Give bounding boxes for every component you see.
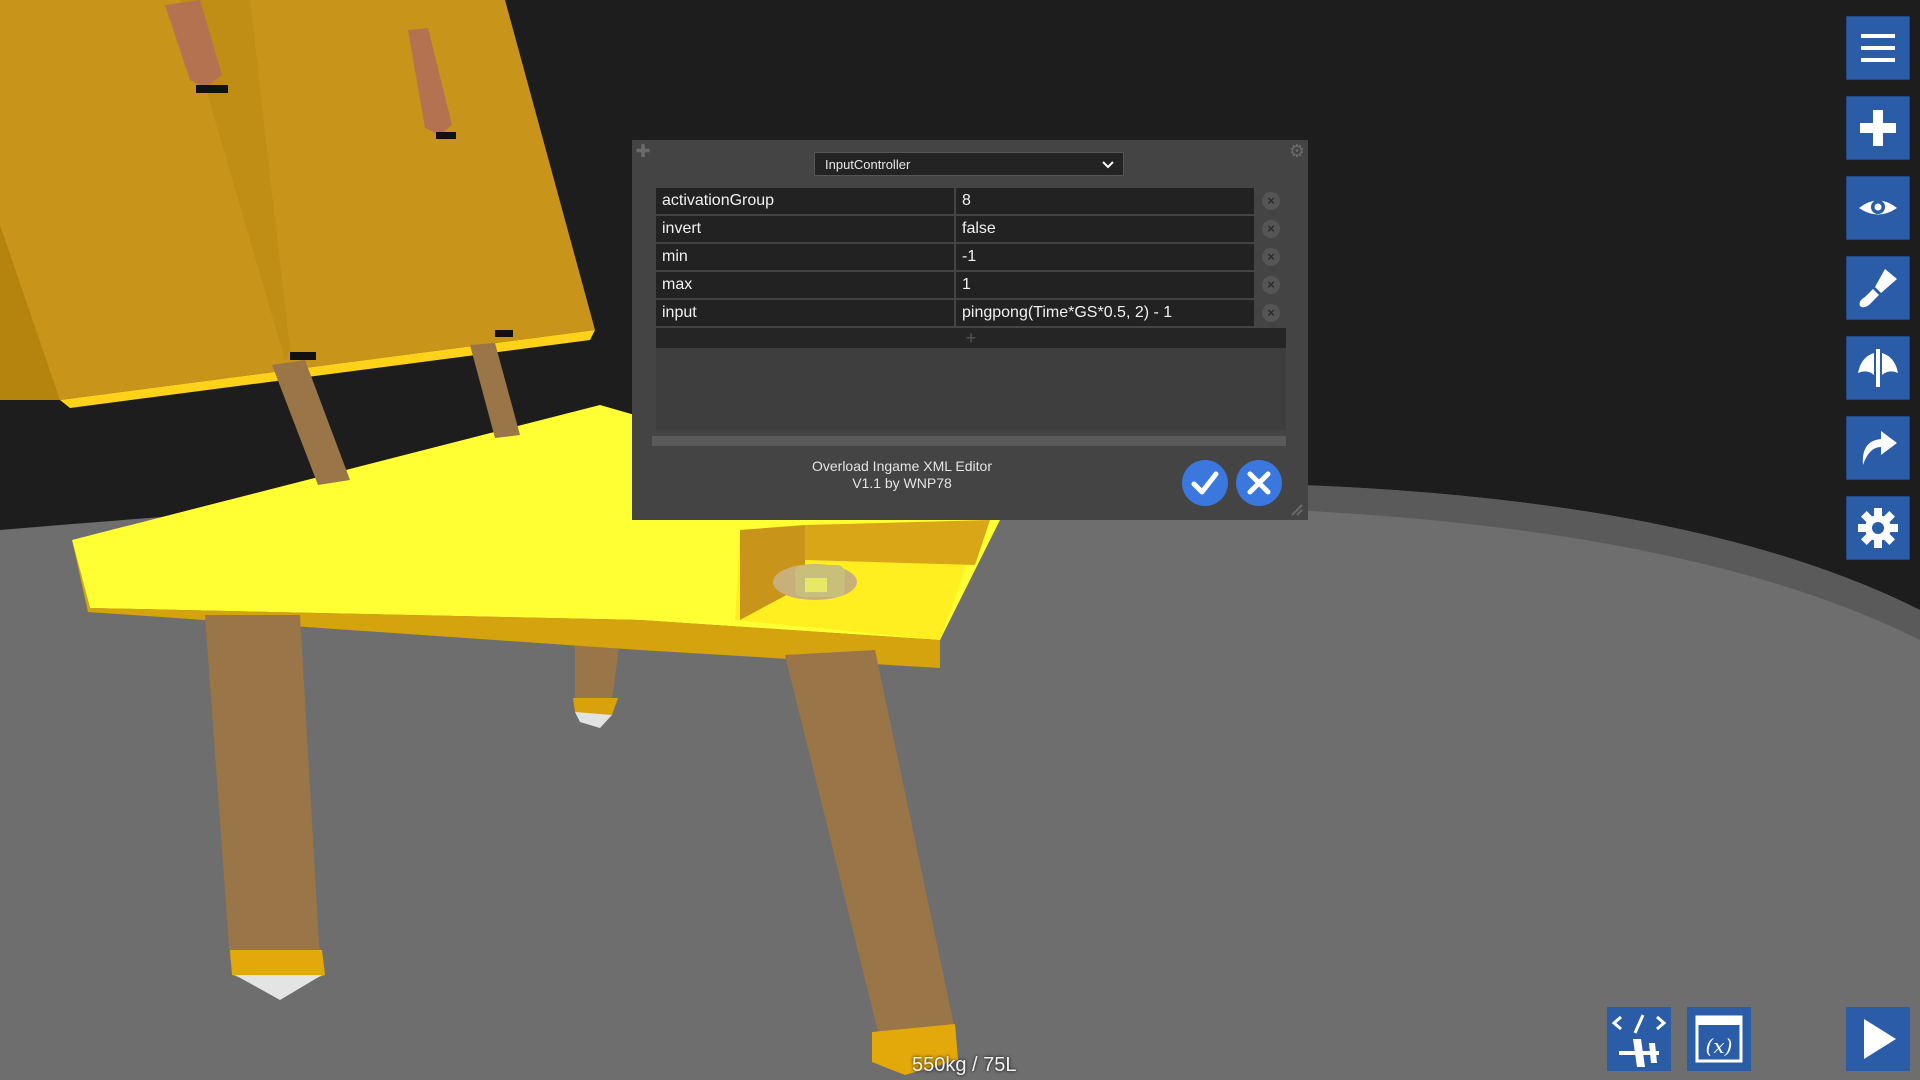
editor-title: Overload Ingame XML Editor — [811, 458, 992, 474]
attribute-table: activationGroup 8 × invert false × min -… — [656, 188, 1286, 328]
variables-button[interactable]: (x) — [1687, 1007, 1751, 1071]
chevron-down-icon — [1101, 153, 1115, 177]
redo-button[interactable] — [1846, 416, 1910, 480]
plus-icon — [1860, 110, 1896, 146]
gear-icon[interactable]: ⚙ — [1288, 142, 1306, 160]
table-row: min -1 × — [656, 244, 1286, 270]
checkmark-icon — [1191, 471, 1219, 495]
add-attribute-button[interactable]: + — [656, 328, 1286, 348]
attribute-name-field[interactable]: activationGroup — [656, 188, 954, 214]
horizontal-scrollbar[interactable] — [652, 436, 1286, 446]
launch-button[interactable] — [1846, 1007, 1910, 1071]
upper-block-part — [0, 0, 595, 400]
delete-attribute-icon[interactable]: × — [1262, 304, 1280, 322]
table-row: input pingpong(Time*GS*0.5, 2) - 1 × — [656, 300, 1286, 326]
table-empty-area — [656, 348, 1286, 430]
table-row: activationGroup 8 × — [656, 188, 1286, 214]
redo-arrow-icon — [1862, 431, 1897, 465]
table-row: invert false × — [656, 216, 1286, 242]
mass-fuel-readout: 550kg / 75L — [912, 1054, 1017, 1076]
move-handle-icon[interactable]: ✚ — [634, 142, 652, 160]
attribute-name-field[interactable]: invert — [656, 216, 954, 242]
component-type-dropdown[interactable]: InputController — [814, 152, 1124, 176]
table-row: max 1 × — [656, 272, 1286, 298]
close-icon — [1247, 471, 1271, 495]
attribute-name-field[interactable]: input — [656, 300, 954, 326]
attribute-value-field[interactable]: false — [956, 216, 1254, 242]
play-icon — [1864, 1019, 1896, 1059]
gear-icon — [1858, 508, 1898, 548]
delete-attribute-icon[interactable]: × — [1262, 276, 1280, 294]
editor-version: V1.1 by WNP78 — [852, 475, 952, 491]
view-button[interactable] — [1846, 176, 1910, 240]
delete-attribute-icon[interactable]: × — [1262, 192, 1280, 210]
attribute-name-field[interactable]: max — [656, 272, 954, 298]
attribute-name-field[interactable]: min — [656, 244, 954, 270]
editor-credits: Overload Ingame XML Editor V1.1 by WNP78 — [762, 458, 1042, 492]
eye-icon — [1859, 200, 1897, 215]
attribute-value-field[interactable]: -1 — [956, 244, 1254, 270]
attribute-value-field[interactable]: pingpong(Time*GS*0.5, 2) - 1 — [956, 300, 1254, 326]
cancel-button[interactable] — [1236, 460, 1282, 506]
xml-editor-panel: ✚ ⚙ InputController activationGroup 8 × … — [632, 140, 1308, 520]
resize-handle-icon[interactable] — [1288, 502, 1306, 520]
attribute-value-field[interactable]: 1 — [956, 272, 1254, 298]
confirm-button[interactable] — [1182, 460, 1228, 506]
delete-attribute-icon[interactable]: × — [1262, 220, 1280, 238]
symmetry-icon — [1858, 349, 1898, 387]
paintbrush-icon — [1859, 269, 1897, 308]
xml-aircraft-icon — [1611, 1014, 1667, 1067]
menu-button[interactable] — [1846, 16, 1910, 80]
variables-icon: (x) — [1695, 1015, 1743, 1063]
menu-icon — [1861, 34, 1895, 62]
delete-attribute-icon[interactable]: × — [1262, 248, 1280, 266]
attribute-value-field[interactable]: 8 — [956, 188, 1254, 214]
add-part-button[interactable] — [1846, 96, 1910, 160]
paint-button[interactable] — [1846, 256, 1910, 320]
component-type-value: InputController — [825, 157, 911, 172]
svg-text:(x): (x) — [1706, 1034, 1733, 1058]
symmetry-button[interactable] — [1846, 336, 1910, 400]
settings-button[interactable] — [1846, 496, 1910, 560]
xml-aircraft-button[interactable] — [1607, 1007, 1671, 1071]
